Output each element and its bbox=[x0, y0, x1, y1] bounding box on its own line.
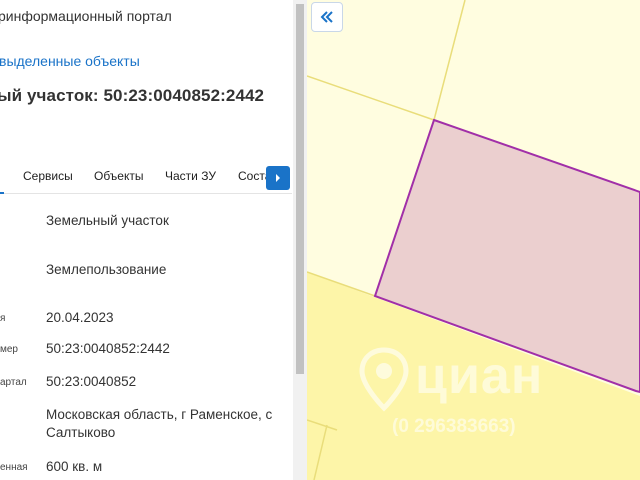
row-label-quarter: артал bbox=[0, 377, 27, 388]
row-value-quarter: 50:23:0040852 bbox=[46, 374, 137, 389]
row-value-cadastral-number: 50:23:0040852:2442 bbox=[46, 341, 170, 356]
tab-parcel-parts[interactable]: Части ЗУ bbox=[165, 169, 216, 183]
row-value-area: 600 кв. м bbox=[46, 459, 103, 474]
double-chevron-left-icon bbox=[320, 11, 333, 23]
cadastral-map bbox=[307, 0, 640, 480]
row-label-date: я bbox=[0, 313, 6, 324]
tabs-scroll-right-button[interactable] bbox=[266, 166, 290, 190]
tab-services[interactable]: Сервисы bbox=[23, 169, 73, 183]
parcel-title: ый участок: 50:23:0040852:2442 bbox=[0, 86, 265, 105]
row-value-type: Земельный участок bbox=[46, 213, 169, 228]
panel-scrollbar-thumb[interactable] bbox=[296, 4, 304, 374]
info-panel: ринформационный портал выделенные объект… bbox=[0, 0, 306, 480]
collapse-panel-button[interactable] bbox=[311, 2, 343, 32]
row-value-address: Московская область, г Раменское, с Салты… bbox=[46, 407, 273, 440]
row-value-kind: Землепользование bbox=[46, 262, 167, 277]
tab-bar: Сервисы Объекты Части ЗУ Соста bbox=[0, 160, 292, 194]
chevron-right-icon bbox=[276, 174, 280, 182]
row-label-cadastral-number: мер bbox=[0, 344, 18, 355]
row-label-area: енная bbox=[0, 462, 28, 473]
portal-title: ринформационный портал bbox=[0, 8, 172, 24]
row-value-date: 20.04.2023 bbox=[46, 310, 114, 325]
active-tab-indicator bbox=[0, 192, 4, 194]
tab-objects[interactable]: Объекты bbox=[94, 169, 144, 183]
map-view[interactable]: циан (0 296383663) bbox=[307, 0, 640, 480]
selected-objects-link[interactable]: выделенные объекты bbox=[0, 53, 140, 69]
